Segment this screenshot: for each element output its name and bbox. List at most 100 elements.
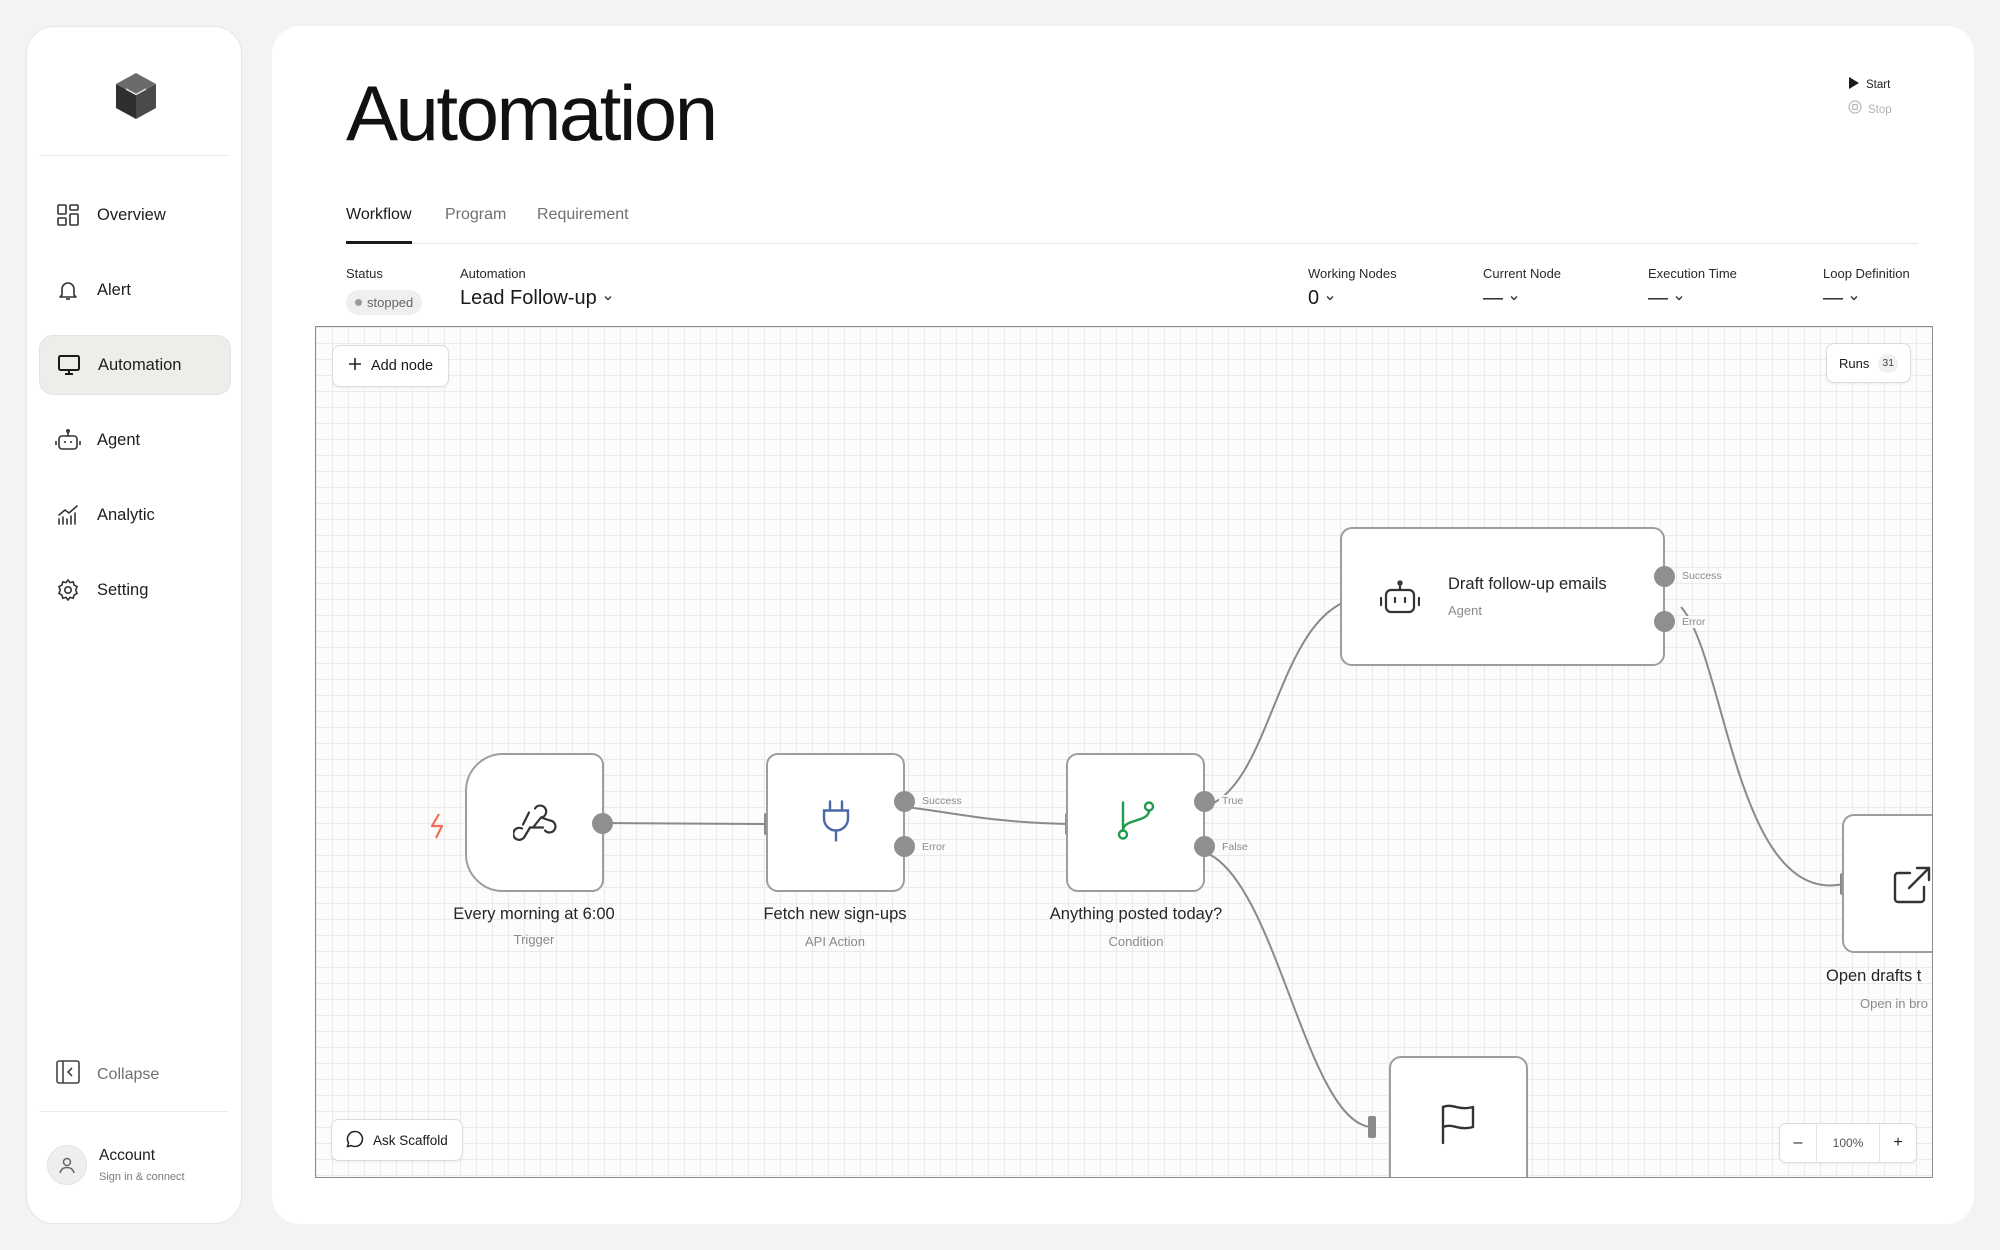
account-subtitle: Sign in & connect <box>99 1171 185 1183</box>
port-label-error: Error <box>1679 616 1709 628</box>
sidebar-item-agent[interactable]: Agent <box>39 410 231 470</box>
runs-count-badge: 31 <box>1878 353 1899 373</box>
output-port-error[interactable] <box>1654 611 1675 632</box>
plug-icon <box>821 799 851 846</box>
account-name: Account <box>99 1147 156 1164</box>
play-icon <box>1848 76 1860 94</box>
monitor-icon <box>56 352 82 378</box>
user-icon <box>59 1157 75 1174</box>
avatar <box>47 1145 87 1185</box>
current-node-value: — <box>1483 287 1503 309</box>
tab-requirement[interactable]: Requirement <box>537 206 629 244</box>
automation-value: Lead Follow-up <box>460 287 597 309</box>
chevron-down-icon <box>1674 290 1684 308</box>
page-title: Automation <box>346 69 718 157</box>
chart-trend-icon <box>55 502 81 528</box>
add-node-label: Add node <box>371 358 434 374</box>
loop-definition-label: Loop Definition <box>1823 266 1910 281</box>
chat-bubble-icon <box>346 1130 364 1151</box>
stop-button[interactable]: Stop <box>1848 97 1918 122</box>
edge-draft-open <box>1680 606 1845 887</box>
runs-label: Runs <box>1839 355 1870 371</box>
output-port-error[interactable] <box>894 836 915 857</box>
port-label-success: Success <box>919 795 965 807</box>
sidebar-item-setting[interactable]: Setting <box>39 560 231 620</box>
git-branch-icon <box>1116 799 1156 846</box>
node-draft-emails[interactable]: Draft follow-up emails Agent <box>1340 527 1665 666</box>
add-node-button[interactable]: Add node <box>332 345 450 387</box>
input-port[interactable] <box>1368 1116 1376 1138</box>
node-title: Anything posted today? <box>1049 905 1223 923</box>
external-link-icon <box>1892 865 1932 910</box>
sidebar-item-label: Automation <box>98 355 182 374</box>
sidebar-item-analytic[interactable]: Analytic <box>39 485 231 545</box>
node-type: Agent <box>1448 603 1482 618</box>
loop-definition-select[interactable]: — <box>1823 287 1859 310</box>
chevron-down-icon <box>1325 290 1335 308</box>
webhook-icon <box>511 799 557 846</box>
sidebar-item-alert[interactable]: Alert <box>39 260 231 320</box>
zoom-out-button[interactable]: – <box>1780 1134 1816 1152</box>
working-nodes-select[interactable]: 0 <box>1308 287 1335 310</box>
status-badge: stopped <box>346 290 423 315</box>
sidebar-item-label: Alert <box>97 280 131 299</box>
node-condition[interactable] <box>1066 753 1205 892</box>
main-panel: Automation Start Stop Workflow Program R… <box>272 26 1974 1224</box>
chevron-down-icon <box>1849 290 1859 308</box>
working-nodes-value: 0 <box>1308 287 1320 309</box>
ask-scaffold-button[interactable]: Ask Scaffold <box>331 1119 463 1161</box>
workflow-canvas[interactable]: Add node Runs 31 Every morning at 6:00 T… <box>315 326 1933 1178</box>
node-fetch[interactable] <box>766 753 905 892</box>
automation-select[interactable]: Lead Follow-up <box>460 287 613 310</box>
sidebar-item-label: Agent <box>97 430 141 449</box>
account-button[interactable]: Account Sign in & connect <box>47 1145 185 1185</box>
sidebar-item-label: Overview <box>97 205 166 224</box>
port-label-success: Success <box>1679 570 1725 582</box>
node-title: Every morning at 6:00 <box>453 905 615 923</box>
tab-program[interactable]: Program <box>445 206 506 244</box>
output-port[interactable] <box>592 813 613 834</box>
run-controls: Start Stop <box>1848 72 1918 122</box>
sidebar-item-overview[interactable]: Overview <box>39 185 231 245</box>
sidebar-divider <box>39 1111 229 1112</box>
sidebar: Overview Alert Automation Agent Analytic… <box>26 26 242 1224</box>
node-type: Open in bro <box>1860 996 1928 1011</box>
port-label-false: False <box>1219 841 1251 853</box>
sidebar-divider <box>39 155 229 156</box>
flag-icon <box>1440 1103 1476 1150</box>
robot-icon <box>55 427 81 453</box>
zoom-in-button[interactable]: + <box>1880 1134 1916 1152</box>
current-node-select[interactable]: — <box>1483 287 1519 310</box>
grid-icon <box>55 202 81 228</box>
output-port-true[interactable] <box>1194 791 1215 812</box>
collapse-button[interactable]: Collapse <box>55 1059 159 1090</box>
port-label-error: Error <box>919 841 949 853</box>
port-label-true: True <box>1219 795 1247 807</box>
edge-fetch-condition <box>905 806 1071 825</box>
automation-label: Automation <box>460 266 526 281</box>
node-trigger[interactable] <box>465 753 604 892</box>
status-dot <box>355 299 362 306</box>
execution-time-label: Execution Time <box>1648 266 1737 281</box>
tab-workflow[interactable]: Workflow <box>346 206 412 244</box>
output-port-success[interactable] <box>894 791 915 812</box>
ask-scaffold-label: Ask Scaffold <box>373 1132 448 1148</box>
node-title: Draft follow-up emails <box>1448 575 1607 593</box>
node-flag[interactable] <box>1389 1056 1528 1177</box>
output-port-success[interactable] <box>1654 566 1675 587</box>
sidebar-item-automation[interactable]: Automation <box>39 335 231 395</box>
sidebar-item-label: Analytic <box>97 505 155 524</box>
output-port-false[interactable] <box>1194 836 1215 857</box>
runs-button[interactable]: Runs 31 <box>1826 343 1912 383</box>
loop-definition-value: — <box>1823 287 1843 309</box>
execution-time-value: — <box>1648 287 1668 309</box>
node-open-drafts[interactable] <box>1842 814 1932 953</box>
collapse-label: Collapse <box>97 1065 160 1083</box>
current-node-label: Current Node <box>1483 266 1562 281</box>
cube-logo-icon[interactable] <box>112 67 160 129</box>
zoom-controls: – 100% + <box>1779 1123 1917 1163</box>
node-type: Condition <box>1108 934 1164 949</box>
execution-time-select[interactable]: — <box>1648 287 1684 310</box>
node-title: Fetch new sign-ups <box>763 905 907 923</box>
start-button[interactable]: Start <box>1848 72 1918 97</box>
